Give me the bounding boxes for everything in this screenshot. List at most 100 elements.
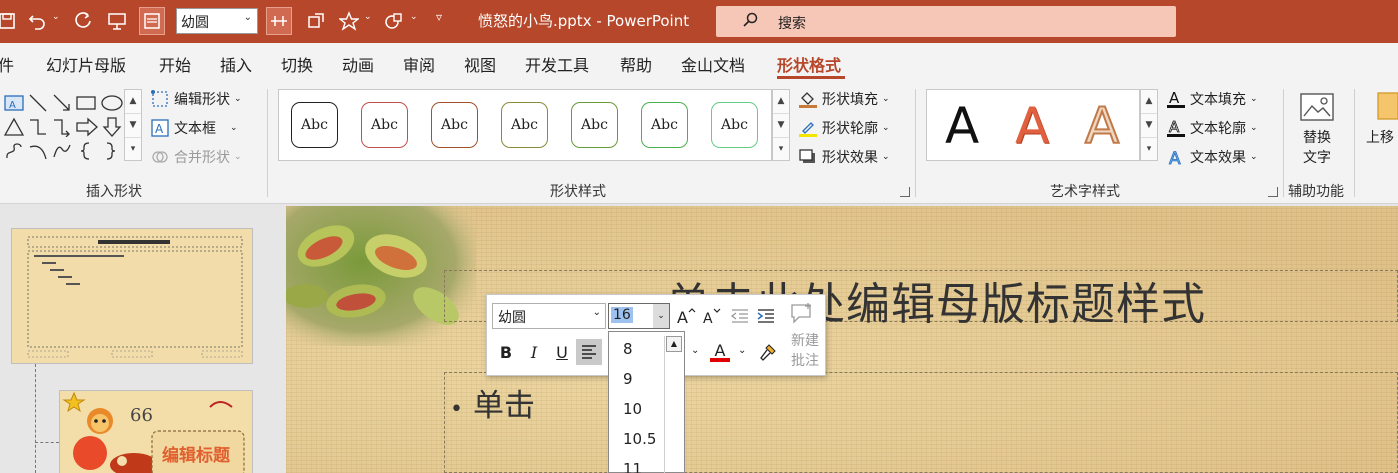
- shape-styles-gallery[interactable]: Abc Abc Abc Abc Abc Abc Abc: [278, 89, 772, 161]
- body-placeholder[interactable]: [444, 372, 1398, 473]
- align-distribute-icon[interactable]: [266, 7, 292, 35]
- mini-font-select[interactable]: 幼圆 ⌄: [492, 303, 606, 329]
- chevron-down-icon[interactable]: ▼: [1141, 114, 1157, 138]
- shape-outline-button[interactable]: 形状轮廓 ⌄: [798, 118, 890, 138]
- text-outline-button[interactable]: A 文本轮廓 ⌄: [1166, 118, 1258, 138]
- bold-button[interactable]: B: [493, 339, 519, 365]
- down-arrow-shape-icon[interactable]: [102, 117, 122, 137]
- shapes-gallery-scroll[interactable]: ▲ ▼ ▾: [124, 89, 142, 161]
- tab-transitions[interactable]: 切换: [281, 52, 313, 76]
- new-comment-label[interactable]: 新建 批注: [787, 331, 823, 371]
- increase-font-size-button[interactable]: A: [673, 303, 699, 329]
- tab-file[interactable]: 件: [0, 52, 14, 76]
- scroll-up-icon[interactable]: ▲: [666, 336, 682, 352]
- redo-icon[interactable]: [70, 7, 96, 35]
- tab-review[interactable]: 审阅: [403, 52, 435, 76]
- text-effects-button[interactable]: A 文本效果 ⌄: [1166, 147, 1258, 167]
- shape-style-3[interactable]: Abc: [431, 102, 478, 148]
- shape-fill-button[interactable]: 形状填充 ⌄: [798, 89, 890, 109]
- wordart-style-2[interactable]: A: [1015, 96, 1049, 156]
- tab-home[interactable]: 开始: [159, 52, 191, 76]
- italic-button[interactable]: I: [521, 339, 547, 365]
- format-painter-button[interactable]: [755, 339, 781, 365]
- font-size-option[interactable]: 10.5: [623, 430, 656, 448]
- gallery-expand-icon[interactable]: ▾: [125, 138, 141, 162]
- chevron-down-icon[interactable]: ⌄: [738, 345, 746, 356]
- underline-button[interactable]: U: [549, 339, 575, 365]
- shape-styles-scroll[interactable]: ▲ ▼ ▾: [772, 89, 790, 161]
- right-brace-shape-icon[interactable]: [102, 141, 118, 161]
- tab-kingsoft-docs[interactable]: 金山文档: [681, 52, 745, 76]
- tab-slide-master[interactable]: 幻灯片母版: [46, 52, 126, 76]
- shape-style-5[interactable]: Abc: [571, 102, 618, 148]
- edit-shape-button[interactable]: 编辑形状 ⌄: [150, 89, 242, 109]
- chevron-down-icon[interactable]: ⌄: [410, 12, 418, 22]
- chevron-up-icon[interactable]: ▲: [1141, 90, 1157, 114]
- slide-body-text[interactable]: • 单击: [450, 380, 535, 425]
- text-box-shape-icon[interactable]: A: [4, 93, 24, 113]
- tab-shape-format[interactable]: 形状格式: [777, 52, 841, 76]
- shape-style-7[interactable]: Abc: [711, 102, 758, 148]
- merge-shapes-button[interactable]: 合并形状 ⌄: [150, 147, 242, 167]
- arrange-icon[interactable]: [303, 7, 329, 35]
- gallery-expand-icon[interactable]: ▾: [773, 138, 789, 162]
- tab-insert[interactable]: 插入: [220, 52, 252, 76]
- qat-font-select[interactable]: 幼圆 ⌄: [176, 8, 258, 34]
- triangle-shape-icon[interactable]: [4, 117, 24, 137]
- alt-text-button[interactable]: 替换 文字: [1298, 91, 1336, 167]
- font-size-option[interactable]: 11: [623, 460, 642, 473]
- new-comment-button[interactable]: [789, 301, 815, 327]
- font-size-option[interactable]: 10: [623, 400, 642, 418]
- freeform-arc-icon[interactable]: [52, 141, 72, 161]
- tab-view[interactable]: 视图: [464, 52, 496, 76]
- chevron-down-icon[interactable]: ▼: [125, 114, 141, 138]
- tab-animations[interactable]: 动画: [342, 52, 374, 76]
- line-shape-icon[interactable]: [28, 93, 48, 113]
- shape-style-1[interactable]: Abc: [291, 102, 338, 148]
- wordart-launcher-icon[interactable]: [1268, 187, 1278, 197]
- tab-developer[interactable]: 开发工具: [525, 52, 589, 76]
- arrow-line-shape-icon[interactable]: [52, 93, 72, 113]
- chevron-down-icon[interactable]: ⌄: [364, 12, 372, 22]
- tab-help[interactable]: 帮助: [620, 52, 652, 76]
- shapes-icon[interactable]: [380, 7, 406, 35]
- curve-shape-icon[interactable]: [4, 141, 24, 161]
- font-size-option[interactable]: 9: [623, 370, 633, 388]
- chevron-down-icon[interactable]: ⌄: [653, 304, 669, 328]
- wordart-style-3[interactable]: A: [1084, 96, 1120, 156]
- slide[interactable]: 单击此处编辑母版标题样式 • 单击: [286, 206, 1398, 473]
- mini-font-size-select[interactable]: 16 ⌄: [608, 303, 670, 329]
- font-size-scrollbar[interactable]: ▲: [664, 336, 682, 473]
- search-box[interactable]: 搜索: [716, 6, 1176, 37]
- font-size-option[interactable]: 8: [623, 340, 633, 358]
- gallery-expand-icon[interactable]: ▾: [1141, 138, 1157, 162]
- arc-shape-icon[interactable]: [28, 141, 48, 161]
- customize-qat-icon[interactable]: ▿: [436, 10, 442, 24]
- text-fill-button[interactable]: A 文本填充 ⌄: [1166, 89, 1258, 109]
- text-box-button[interactable]: A 文本框 ⌄: [150, 118, 238, 138]
- shape-style-6[interactable]: Abc: [641, 102, 688, 148]
- shape-styles-launcher-icon[interactable]: [900, 187, 910, 197]
- wordart-gallery[interactable]: A A A: [926, 89, 1140, 161]
- chevron-up-icon[interactable]: ▲: [125, 90, 141, 114]
- shape-effects-button[interactable]: 形状效果 ⌄: [798, 147, 890, 167]
- star-shape-icon[interactable]: [336, 7, 362, 35]
- wordart-style-1[interactable]: A: [945, 96, 979, 156]
- undo-dropdown-icon[interactable]: ⌄: [52, 12, 60, 22]
- right-arrow-shape-icon[interactable]: [76, 117, 98, 137]
- increase-indent-button[interactable]: [753, 303, 779, 329]
- wordart-gallery-scroll[interactable]: ▲ ▼ ▾: [1140, 89, 1158, 161]
- decrease-indent-button[interactable]: [727, 303, 753, 329]
- chevron-down-icon[interactable]: ▼: [773, 114, 789, 138]
- present-icon[interactable]: [104, 7, 130, 35]
- chevron-down-icon[interactable]: ⌄: [691, 345, 699, 356]
- elbow-arrow-connector-icon[interactable]: [52, 117, 72, 137]
- shape-style-4[interactable]: Abc: [501, 102, 548, 148]
- rectangle-shape-icon[interactable]: [76, 93, 96, 113]
- left-brace-shape-icon[interactable]: [78, 141, 94, 161]
- oval-shape-icon[interactable]: [100, 93, 124, 113]
- elbow-connector-icon[interactable]: [28, 117, 48, 137]
- font-color-button[interactable]: A: [707, 339, 733, 365]
- decrease-font-size-button[interactable]: A: [699, 303, 725, 329]
- bring-forward-button[interactable]: 上移: [1366, 91, 1398, 147]
